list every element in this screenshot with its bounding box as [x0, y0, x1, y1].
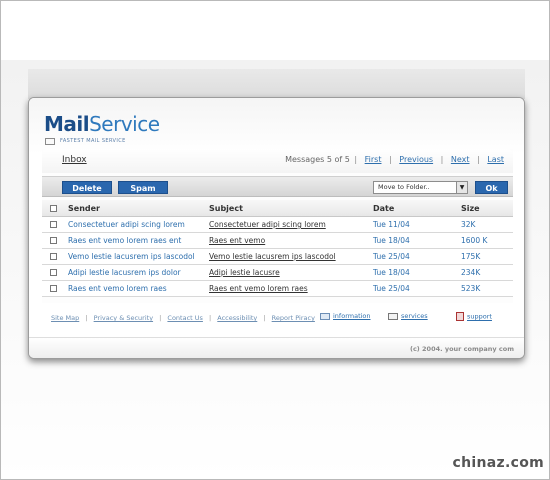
row-date: Tue 25/04	[373, 284, 410, 293]
pager-previous-link[interactable]: Previous	[399, 155, 433, 164]
services-link[interactable]: services	[388, 312, 428, 320]
toolbar: Delete Spam Move to Folder.. ▼ Ok	[42, 176, 513, 197]
logo-rest: Service	[89, 112, 160, 136]
inbox-panel: Inbox Messages 5 of 5 | First | Previous…	[42, 149, 513, 303]
footer-separator: |	[209, 314, 212, 322]
table-header: Sender Subject Date Size	[42, 200, 513, 217]
row-subject[interactable]: Consectetuer adipi scing lorem	[209, 220, 326, 229]
footer-link-accessibility[interactable]: Accessibility	[217, 314, 257, 322]
table-row[interactable]: Vemo lestie lacusrem ips lascodol Vemo l…	[42, 249, 513, 265]
footer-links: Site Map | Privacy & Security | Contact …	[51, 314, 315, 322]
pager-first-link[interactable]: First	[365, 155, 382, 164]
row-size: 1600 K	[461, 236, 488, 245]
delete-button[interactable]: Delete	[62, 181, 112, 194]
support-link[interactable]: support	[456, 312, 492, 321]
table-row[interactable]: Consectetuer adipi scing lorem Consectet…	[42, 217, 513, 233]
header-band	[28, 69, 525, 99]
row-sender[interactable]: Consectetuer adipi scing lorem	[68, 220, 185, 229]
row-subject[interactable]: Vemo lestie lacusrem ips lascodol	[209, 252, 336, 261]
spam-button[interactable]: Spam	[118, 181, 168, 194]
chevron-down-icon[interactable]: ▼	[456, 182, 467, 193]
table-row[interactable]: Raes ent vemo lorem raes ent Raes ent ve…	[42, 233, 513, 249]
row-subject[interactable]: Raes ent vemo	[209, 236, 265, 245]
messages-count: Messages 5 of 5	[285, 155, 350, 164]
inbox-title[interactable]: Inbox	[62, 155, 87, 165]
footer-link-report-piracy[interactable]: Report Piracy	[272, 314, 315, 322]
header-size[interactable]: Size	[461, 204, 480, 213]
move-to-folder-select[interactable]: Move to Folder.. ▼	[373, 181, 468, 194]
row-date: Tue 11/04	[373, 220, 410, 229]
row-checkbox[interactable]	[50, 269, 57, 276]
pager: Messages 5 of 5 | First | Previous | Nex…	[285, 155, 507, 164]
row-date: Tue 18/04	[373, 268, 410, 277]
pager-last-link[interactable]: Last	[487, 155, 504, 164]
row-size: 32K	[461, 220, 476, 229]
frame-header: MailService FASTEST MAIL SERVICE	[29, 98, 524, 154]
row-date: Tue 18/04	[373, 236, 410, 245]
pager-separator: |	[354, 155, 358, 164]
footer-link-contact[interactable]: Contact Us	[167, 314, 203, 322]
row-subject[interactable]: Adipi lestie lacusre	[209, 268, 280, 277]
logo-bold: Mail	[44, 112, 90, 136]
row-size: 523K	[461, 284, 481, 293]
pager-next-link[interactable]: Next	[451, 155, 470, 164]
logo-tagline-row: FASTEST MAIL SERVICE	[44, 136, 144, 146]
row-sender[interactable]: Raes ent vemo lorem raes ent	[68, 236, 181, 245]
services-label[interactable]: services	[401, 312, 428, 320]
logo-text: MailService	[44, 113, 160, 135]
envelope-icon	[45, 138, 55, 145]
header-sender[interactable]: Sender	[68, 204, 100, 213]
book-icon	[456, 312, 464, 321]
row-date: Tue 25/04	[373, 252, 410, 261]
footer-separator: |	[85, 314, 88, 322]
row-sender[interactable]: Vemo lestie lacusrem ips lascodol	[68, 252, 195, 261]
message-table: Sender Subject Date Size Consectetuer ad…	[42, 200, 513, 297]
logo: MailService FASTEST MAIL SERVICE	[44, 113, 160, 145]
row-checkbox[interactable]	[50, 253, 57, 260]
header-subject[interactable]: Subject	[209, 204, 243, 213]
row-sender[interactable]: Raes ent vemo lorem raes	[68, 284, 167, 293]
table-row[interactable]: Adipi lestie lacusrem ips dolor Adipi le…	[42, 265, 513, 281]
envelope-icon	[388, 312, 398, 320]
row-size: 175K	[461, 252, 481, 261]
header-date[interactable]: Date	[373, 204, 394, 213]
watermark: chinaz.com	[452, 455, 544, 471]
page: { "brand": { "name_bold": "Mail", "name_…	[0, 0, 550, 480]
ok-button[interactable]: Ok	[475, 181, 508, 194]
select-all-checkbox[interactable]	[50, 205, 57, 212]
pager-separator: |	[389, 155, 392, 164]
row-size: 234K	[461, 268, 481, 277]
footer-link-site-map[interactable]: Site Map	[51, 314, 79, 322]
inbox-header: Inbox Messages 5 of 5 | First | Previous…	[42, 149, 513, 173]
pager-separator: |	[440, 155, 444, 164]
row-checkbox[interactable]	[50, 285, 57, 292]
row-sender[interactable]: Adipi lestie lacusrem ips dolor	[68, 268, 181, 277]
monitor-icon	[320, 312, 330, 320]
footer-separator: |	[263, 314, 266, 322]
information-label[interactable]: information	[333, 312, 371, 320]
tagline: FASTEST MAIL SERVICE	[60, 138, 126, 144]
footer-separator: |	[159, 314, 162, 322]
pager-separator: |	[477, 155, 480, 164]
row-subject[interactable]: Raes ent vemo lorem raes	[209, 284, 308, 293]
information-link[interactable]: information	[320, 312, 371, 320]
copyright: (c) 2004. your company com	[409, 345, 514, 353]
row-checkbox[interactable]	[50, 237, 57, 244]
mail-window: MailService FASTEST MAIL SERVICE Inbox M…	[28, 97, 525, 359]
table-row[interactable]: Raes ent vemo lorem raes Raes ent vemo l…	[42, 281, 513, 297]
support-label[interactable]: support	[467, 313, 492, 321]
move-to-folder-value: Move to Folder..	[378, 183, 430, 191]
footer-link-privacy[interactable]: Privacy & Security	[94, 314, 153, 322]
row-checkbox[interactable]	[50, 221, 57, 228]
bottom-bar: (c) 2004. your company com	[29, 337, 524, 358]
